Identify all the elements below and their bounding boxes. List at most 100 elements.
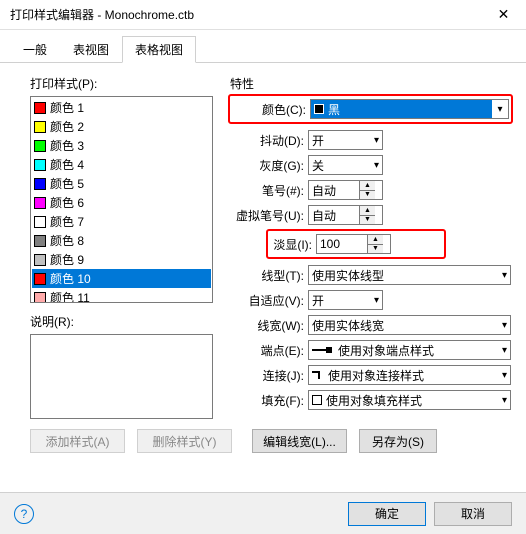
fill-icon [312,395,322,405]
end-select[interactable]: 使用对象端点样式 ▾ [308,340,511,360]
color-swatch-icon [34,254,46,266]
chevron-down-icon: ▾ [374,160,379,171]
dither-label: 抖动(D): [230,132,308,149]
endpoint-icon [312,347,334,353]
pen-value[interactable] [309,183,359,197]
vpen-spinner[interactable]: ▲▼ [308,205,383,225]
list-item-label: 颜色 3 [50,137,84,154]
list-item[interactable]: 颜色 8 [32,231,211,250]
dialog-footer: ? 确定 取消 [0,492,526,534]
spin-buttons[interactable]: ▲▼ [359,206,375,224]
ltype-label: 线型(T): [230,267,308,284]
screen-label: 淡显(I): [270,236,316,253]
tab-general[interactable]: 一般 [10,36,60,63]
close-button[interactable]: ✕ [481,0,526,30]
color-swatch-icon [34,216,46,228]
description-label: 说明(R): [30,313,220,330]
lweight-value: 使用实体线宽 [312,317,384,334]
chevron-down-icon: ▾ [502,395,507,406]
list-item-label: 颜色 11 [50,289,90,303]
screen-spinner[interactable]: ▲▼ [316,234,391,254]
plot-styles-listbox[interactable]: 颜色 1颜色 2颜色 3颜色 4颜色 5颜色 6颜色 7颜色 8颜色 9颜色 1… [30,96,213,303]
lweight-label: 线宽(W): [230,317,308,334]
list-item[interactable]: 颜色 4 [32,155,211,174]
add-style-button: 添加样式(A) [30,429,125,453]
list-item-label: 颜色 5 [50,175,84,192]
cancel-button[interactable]: 取消 [434,502,512,526]
color-value: 黑 [328,101,340,118]
join-icon [312,369,324,381]
list-item[interactable]: 颜色 6 [32,193,211,212]
chevron-down-icon: ▾ [374,295,379,306]
tab-tableview[interactable]: 表视图 [60,36,122,63]
color-swatch-icon [34,140,46,152]
gray-label: 灰度(G): [230,157,308,174]
fill-value: 使用对象填充样式 [326,392,422,409]
properties-label: 特性 [230,75,511,92]
color-swatch-icon [34,273,46,285]
vpen-label: 虚拟笔号(U): [230,207,308,224]
list-item[interactable]: 颜色 7 [32,212,211,231]
chevron-down-icon: ▾ [374,135,379,146]
color-swatch-icon [34,292,46,304]
list-item[interactable]: 颜色 2 [32,117,211,136]
pen-spinner[interactable]: ▲▼ [308,180,383,200]
list-item[interactable]: 颜色 9 [32,250,211,269]
list-item[interactable]: 颜色 5 [32,174,211,193]
dither-select[interactable]: 开▾ [308,130,383,150]
window-title: 打印样式编辑器 - Monochrome.ctb [10,6,481,23]
description-textarea[interactable] [30,334,213,419]
chevron-down-icon: ▾ [492,100,508,118]
fill-label: 填充(F): [230,392,308,409]
color-select[interactable]: 黑 ▾ [310,99,509,119]
spin-buttons[interactable]: ▲▼ [367,235,383,253]
save-as-button[interactable]: 另存为(S) [359,429,437,453]
list-item-label: 颜色 8 [50,232,84,249]
list-item-label: 颜色 2 [50,118,84,135]
ltype-value: 使用实体线型 [312,267,384,284]
adapt-select[interactable]: 开▾ [308,290,383,310]
color-swatch-icon [34,159,46,171]
list-item[interactable]: 颜色 11 [32,288,211,303]
dither-value: 开 [312,132,324,149]
join-select[interactable]: 使用对象连接样式▾ [308,365,511,385]
spin-buttons[interactable]: ▲▼ [359,181,375,199]
color-swatch-icon [34,235,46,247]
plot-styles-label: 打印样式(P): [30,75,220,92]
fill-select[interactable]: 使用对象填充样式 ▾ [308,390,511,410]
edit-lineweights-button[interactable]: 编辑线宽(L)... [252,429,347,453]
tab-strip: 一般 表视图 表格视图 [0,30,526,63]
list-item-label: 颜色 9 [50,251,84,268]
join-label: 连接(J): [230,367,308,384]
ltype-select[interactable]: 使用实体线型 ▾ [308,265,511,285]
chevron-down-icon: ▾ [502,345,507,356]
list-item[interactable]: 颜色 1 [32,98,211,117]
color-label: 颜色(C): [232,101,310,118]
adapt-value: 开 [312,292,324,309]
gray-select[interactable]: 关▾ [308,155,383,175]
chevron-down-icon: ▾ [502,270,507,281]
chevron-down-icon: ▾ [502,370,507,381]
list-item[interactable]: 颜色 10 [32,269,211,288]
adapt-label: 自适应(V): [230,292,308,309]
chevron-down-icon: ▾ [502,320,507,331]
list-item-label: 颜色 1 [50,99,84,116]
delete-style-button: 删除样式(Y) [137,429,232,453]
color-swatch-icon [34,121,46,133]
vpen-value[interactable] [309,208,359,222]
gray-value: 关 [312,157,324,174]
list-item-label: 颜色 7 [50,213,84,230]
pen-label: 笔号(#): [230,182,308,199]
lweight-select[interactable]: 使用实体线宽 ▾ [308,315,511,335]
end-value: 使用对象端点样式 [338,342,434,359]
help-icon[interactable]: ? [14,504,34,524]
list-item-label: 颜色 6 [50,194,84,211]
color-swatch-icon [34,102,46,114]
tab-formview[interactable]: 表格视图 [122,36,196,63]
ok-button[interactable]: 确定 [348,502,426,526]
color-swatch-icon [34,178,46,190]
list-item[interactable]: 颜色 3 [32,136,211,155]
list-item-label: 颜色 4 [50,156,84,173]
screen-value[interactable] [317,237,367,251]
end-label: 端点(E): [230,342,308,359]
